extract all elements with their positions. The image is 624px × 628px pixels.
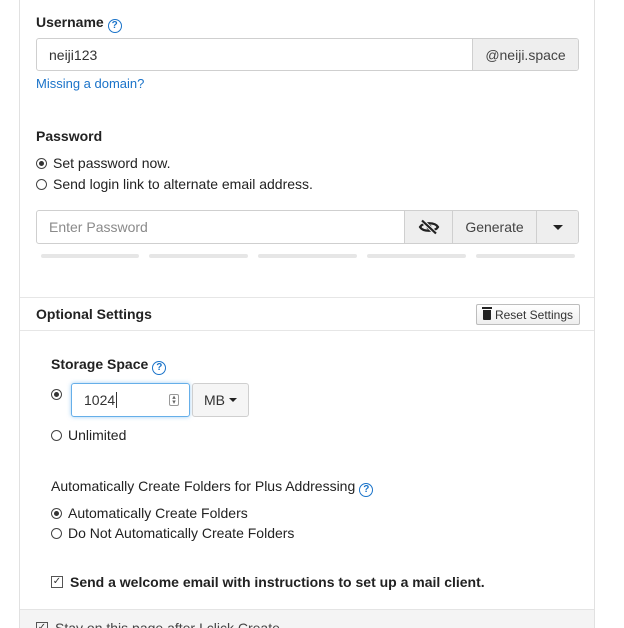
stay-on-page-option[interactable]: ✓ Stay on this page after I click Create	[36, 620, 280, 628]
password-strength-segment	[149, 254, 248, 258]
password-input-group: Enter Password Generate	[36, 210, 579, 244]
checkbox-checked-icon[interactable]: ✓	[36, 622, 48, 628]
reset-settings-label: Reset Settings	[494, 307, 574, 322]
auto-create-folders-label: Automatically Create Folders	[68, 505, 248, 521]
storage-space-label-text: Storage Space	[51, 356, 149, 372]
no-auto-create-folders-option[interactable]: Do Not Automatically Create Folders	[51, 525, 294, 541]
password-strength-segment	[476, 254, 575, 258]
auto-create-folders-option[interactable]: Automatically Create Folders	[51, 505, 248, 521]
password-strength-segment	[41, 254, 139, 258]
text-cursor	[116, 392, 118, 408]
checkbox-checked-icon[interactable]: ✓	[51, 576, 63, 588]
radio-unchecked-icon[interactable]	[36, 178, 47, 190]
no-auto-create-folders-label: Do Not Automatically Create Folders	[68, 525, 295, 541]
welcome-email-option[interactable]: ✓ Send a welcome email with instructions…	[51, 574, 485, 590]
spinner-icon[interactable]: ▴ ▾	[169, 394, 179, 406]
username-input[interactable]: neiji123	[37, 39, 472, 70]
plus-addressing-label-text: Automatically Create Folders for Plus Ad…	[51, 478, 356, 494]
storage-quota-input[interactable]: 1024 ▴ ▾	[71, 383, 190, 417]
generate-button[interactable]: Generate	[452, 211, 536, 243]
storage-unit-dropdown[interactable]: MB	[192, 383, 249, 417]
reset-settings-button[interactable]: Reset Settings	[476, 304, 580, 325]
toggle-visibility-button[interactable]	[404, 211, 452, 243]
send-login-link-option[interactable]: Send login link to alternate email addre…	[36, 176, 313, 192]
send-login-link-label: Send login link to alternate email addre…	[53, 176, 313, 192]
welcome-email-label: Send a welcome email with instructions t…	[70, 574, 485, 590]
optional-settings-title: Optional Settings	[36, 306, 152, 322]
radio-unchecked-icon[interactable]	[51, 527, 62, 539]
storage-unlimited-label: Unlimited	[68, 427, 127, 443]
set-password-now-label: Set password now.	[53, 155, 171, 171]
storage-unit-label: MB	[204, 392, 225, 408]
password-strength-segment	[258, 254, 357, 258]
help-icon[interactable]: ?	[107, 19, 122, 33]
eye-slash-icon	[418, 219, 439, 235]
storage-unlimited-option[interactable]: Unlimited	[51, 427, 126, 443]
help-icon[interactable]: ?	[152, 361, 167, 375]
missing-domain-link[interactable]: Missing a domain?	[36, 76, 144, 91]
storage-space-label: Storage Space?	[51, 356, 167, 375]
form-footer: ✓ Stay on this page after I click Create	[20, 609, 594, 628]
optional-settings-header: Optional Settings Reset Settings	[20, 297, 594, 331]
username-label-text: Username	[36, 14, 104, 30]
storage-quota-value: 1024	[84, 392, 116, 408]
username-label: Username?	[36, 14, 122, 33]
password-strength-segment	[367, 254, 466, 258]
set-password-now-option[interactable]: Set password now.	[36, 155, 171, 171]
radio-checked-icon[interactable]	[36, 157, 47, 169]
radio-unchecked-icon[interactable]	[51, 429, 62, 441]
caret-down-icon	[552, 224, 563, 230]
caret-down-icon	[229, 398, 237, 402]
radio-checked-icon[interactable]	[51, 507, 62, 519]
generate-options-dropdown[interactable]	[536, 211, 578, 243]
password-input[interactable]: Enter Password	[37, 211, 404, 243]
stay-on-page-label: Stay on this page after I click Create	[55, 620, 280, 628]
trash-icon	[481, 306, 492, 320]
password-label: Password	[36, 128, 103, 144]
username-input-group: neiji123 @neiji.space	[36, 38, 579, 71]
domain-addon: @neiji.space	[472, 39, 578, 70]
plus-addressing-label: Automatically Create Folders for Plus Ad…	[51, 478, 374, 497]
help-icon[interactable]: ?	[359, 483, 374, 497]
storage-limited-radio[interactable]	[51, 389, 62, 400]
create-account-form: Username? neiji123 @neiji.space Missing …	[19, 0, 595, 628]
